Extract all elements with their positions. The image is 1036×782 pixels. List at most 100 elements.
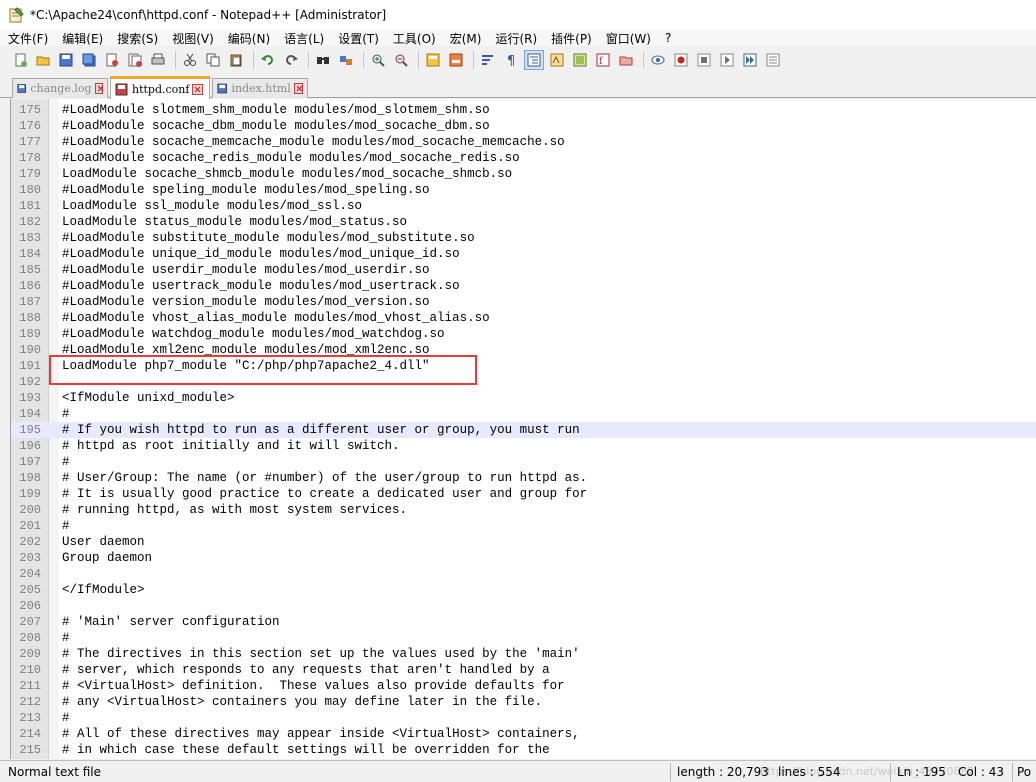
- code-line[interactable]: 184 #LoadModule unique_id_module modules/…: [11, 246, 1036, 262]
- code-line[interactable]: 192: [11, 374, 1036, 390]
- menu-item[interactable]: 宏(M): [450, 30, 482, 47]
- word-wrap-button[interactable]: [478, 50, 498, 70]
- code-line[interactable]: 200 # running httpd, as with most system …: [11, 502, 1036, 518]
- code-line[interactable]: 212 # any <VirtualHost> containers you ma…: [11, 694, 1036, 710]
- line-text: # User/Group: The name (or #number) of t…: [62, 471, 588, 485]
- save-all-button[interactable]: [79, 50, 99, 70]
- stop-macro-button[interactable]: [694, 50, 714, 70]
- menu-item[interactable]: ?: [665, 31, 671, 45]
- menu-item[interactable]: 插件(P): [551, 30, 592, 47]
- code-line[interactable]: 175 #LoadModule slotmem_shm_module module…: [11, 102, 1036, 118]
- menu-item[interactable]: 搜索(S): [117, 30, 158, 47]
- sync-horizontal-button[interactable]: [446, 50, 466, 70]
- menu-item[interactable]: 窗口(W): [606, 30, 651, 47]
- close-button[interactable]: [102, 50, 122, 70]
- line-text: # server, which responds to any requests…: [62, 663, 550, 677]
- code-line[interactable]: 179 LoadModule socache_shmcb_module modul…: [11, 166, 1036, 182]
- code-line[interactable]: 197 #: [11, 454, 1036, 470]
- copy-button[interactable]: [203, 50, 223, 70]
- menu-item[interactable]: 设置(T): [338, 30, 379, 47]
- new-file-button[interactable]: [10, 50, 30, 70]
- function-list-button[interactable]: f: [593, 50, 613, 70]
- code-line[interactable]: 187 #LoadModule version_module modules/mo…: [11, 294, 1036, 310]
- print-button[interactable]: [148, 50, 168, 70]
- code-line[interactable]: 177 #LoadModule socache_memcache_module m…: [11, 134, 1036, 150]
- show-all-chars-button[interactable]: ¶: [501, 50, 521, 70]
- code-line[interactable]: 210 # server, which responds to any reque…: [11, 662, 1036, 678]
- replace-button[interactable]: [336, 50, 356, 70]
- paste-button[interactable]: [226, 50, 246, 70]
- code-line[interactable]: 186 #LoadModule usertrack_module modules/…: [11, 278, 1036, 294]
- cut-button[interactable]: [180, 50, 200, 70]
- code-line[interactable]: 189 #LoadModule watchdog_module modules/m…: [11, 326, 1036, 342]
- indent-guide-button[interactable]: [524, 50, 544, 70]
- editor[interactable]: 175 #LoadModule slotmem_shm_module module…: [10, 99, 1036, 759]
- redo-button[interactable]: [281, 50, 301, 70]
- code-line[interactable]: 182 LoadModule status_module modules/mod_…: [11, 214, 1036, 230]
- tab-close-icon[interactable]: [192, 83, 204, 95]
- menu-item[interactable]: 编码(N): [228, 30, 270, 47]
- code-line[interactable]: 203 Group daemon: [11, 550, 1036, 566]
- code-line[interactable]: 213 #: [11, 710, 1036, 726]
- code-line[interactable]: 198 # User/Group: The name (or #number) o…: [11, 470, 1036, 486]
- code-line[interactable]: 196 # httpd as root initially and it will…: [11, 438, 1036, 454]
- code-line[interactable]: 188 #LoadModule vhost_alias_module module…: [11, 310, 1036, 326]
- user-lang-button[interactable]: [547, 50, 567, 70]
- code-line[interactable]: 209 # The directives in this section set …: [11, 646, 1036, 662]
- menu-item[interactable]: 视图(V): [172, 30, 214, 47]
- tab-close-icon[interactable]: [293, 83, 303, 94]
- doc-map-button[interactable]: [570, 50, 590, 70]
- code-line[interactable]: 211 # <VirtualHost> definition. These val…: [11, 678, 1036, 694]
- code-line[interactable]: 201 #: [11, 518, 1036, 534]
- code-line[interactable]: 183 #LoadModule substitute_module modules…: [11, 230, 1036, 246]
- menu-item[interactable]: 文件(F): [8, 30, 48, 47]
- code-line[interactable]: 202 User daemon: [11, 534, 1036, 550]
- code-line[interactable]: 193 <IfModule unixd_module>: [11, 390, 1036, 406]
- tab-httpd-conf[interactable]: httpd.conf: [110, 76, 210, 99]
- find-button[interactable]: [313, 50, 333, 70]
- code-line[interactable]: 176 #LoadModule socache_dbm_module module…: [11, 118, 1036, 134]
- code-line[interactable]: 215 # in which case these default setting…: [11, 742, 1036, 758]
- code-line[interactable]: 204: [11, 566, 1036, 582]
- line-text: # The directives in this section set up …: [62, 647, 580, 661]
- zoom-out-button[interactable]: [391, 50, 411, 70]
- monitoring-button[interactable]: [648, 50, 668, 70]
- menu-item[interactable]: 工具(O): [393, 30, 436, 47]
- sync-vertical-button[interactable]: [423, 50, 443, 70]
- code-line[interactable]: 207 # 'Main' server configuration: [11, 614, 1036, 630]
- menu-item[interactable]: 语言(L): [284, 30, 324, 47]
- menu-item[interactable]: 编辑(E): [62, 30, 103, 47]
- code-line[interactable]: 181 LoadModule ssl_module modules/mod_ssl…: [11, 198, 1036, 214]
- code-line[interactable]: 214 # All of these directives may appear …: [11, 726, 1036, 742]
- code-line[interactable]: 206: [11, 598, 1036, 614]
- code-line[interactable]: 178 #LoadModule socache_redis_module modu…: [11, 150, 1036, 166]
- folder-workspace-button[interactable]: [616, 50, 636, 70]
- code-line[interactable]: 185 #LoadModule userdir_module modules/mo…: [11, 262, 1036, 278]
- code-line[interactable]: 191 LoadModule php7_module "C:/php/php7ap…: [11, 358, 1036, 374]
- undo-button[interactable]: [258, 50, 278, 70]
- open-file-button[interactable]: [33, 50, 53, 70]
- save-button[interactable]: [56, 50, 76, 70]
- code-line[interactable]: 208 #: [11, 630, 1036, 646]
- code-line[interactable]: 180 #LoadModule speling_module modules/mo…: [11, 182, 1036, 198]
- code-lines[interactable]: 175 #LoadModule slotmem_shm_module module…: [11, 102, 1036, 758]
- line-number: 181: [19, 199, 41, 213]
- play-macro-button[interactable]: [717, 50, 737, 70]
- status-lines: lines : 554: [778, 765, 841, 779]
- code-line[interactable]: 199 # It is usually good practice to crea…: [11, 486, 1036, 502]
- zoom-in-button[interactable]: [368, 50, 388, 70]
- tab-index-html[interactable]: index.html: [212, 78, 308, 98]
- code-line[interactable]: 190 #LoadModule xml2enc_module modules/mo…: [11, 342, 1036, 358]
- menu-item[interactable]: 运行(R): [495, 30, 537, 47]
- line-number: 209: [19, 647, 41, 661]
- record-macro-button[interactable]: [671, 50, 691, 70]
- code-line[interactable]: 195 # If you wish httpd to run as a diffe…: [11, 422, 1036, 438]
- run-macro-multiple-button[interactable]: [740, 50, 760, 70]
- code-line[interactable]: 194 #: [11, 406, 1036, 422]
- code-line[interactable]: 205 </IfModule>: [11, 582, 1036, 598]
- tab-change-log[interactable]: change.log: [12, 78, 108, 98]
- save-macro-button[interactable]: [763, 50, 783, 70]
- tab-close-icon[interactable]: [94, 83, 103, 94]
- close-all-button[interactable]: [125, 50, 145, 70]
- toolbar-separator: [253, 51, 254, 69]
